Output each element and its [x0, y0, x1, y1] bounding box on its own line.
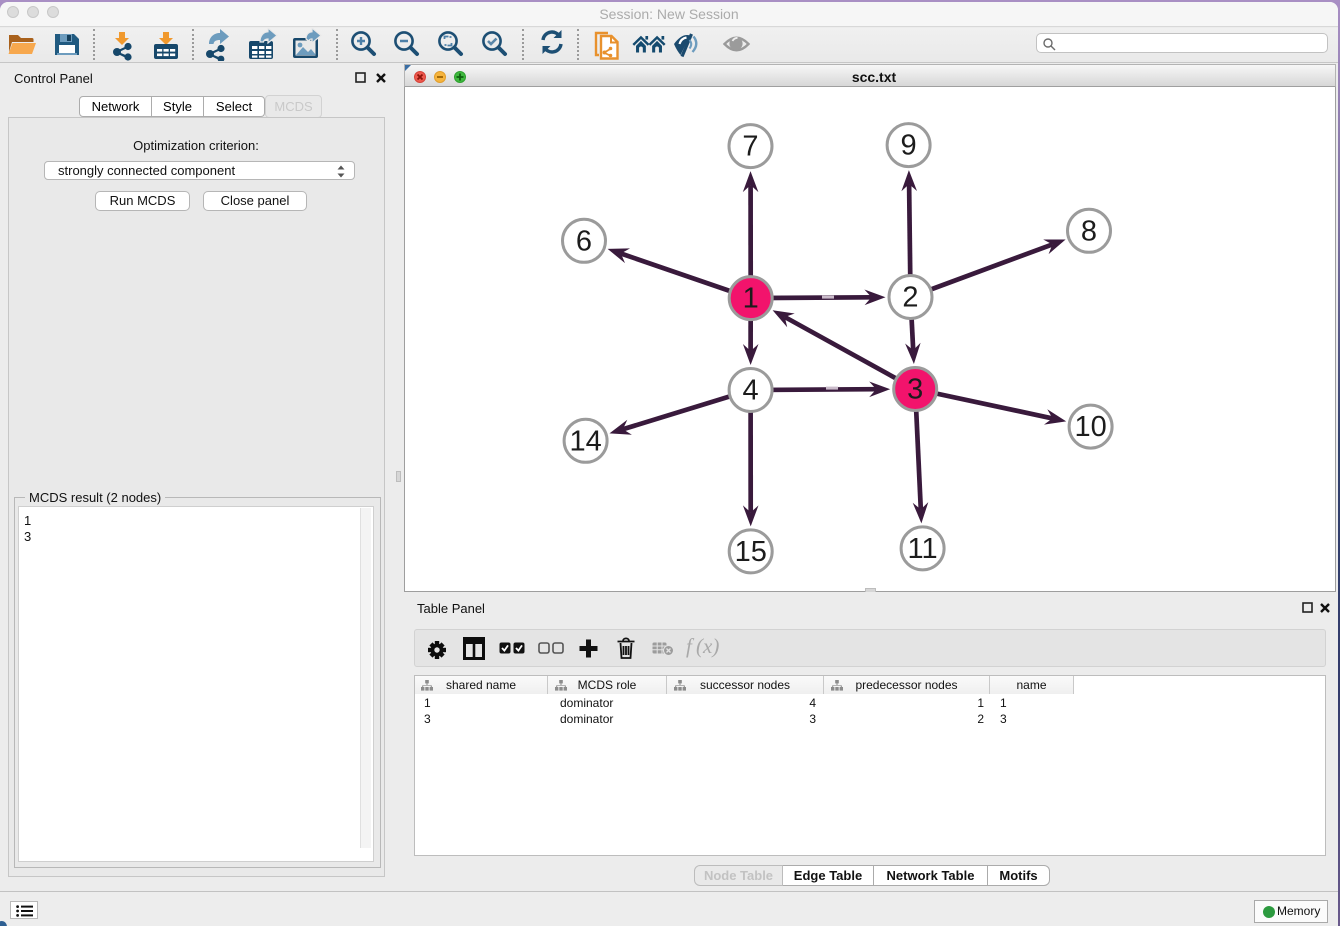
- svg-text:11: 11: [908, 533, 938, 565]
- svg-text:14: 14: [569, 425, 601, 457]
- svg-text:6: 6: [576, 225, 592, 257]
- svg-text:10: 10: [1074, 411, 1106, 443]
- svg-text:9: 9: [901, 130, 917, 162]
- svg-text:8: 8: [1081, 215, 1097, 247]
- svg-text:3: 3: [907, 374, 923, 406]
- svg-text:15: 15: [735, 536, 767, 568]
- svg-text:7: 7: [742, 131, 758, 163]
- svg-text:2: 2: [902, 282, 918, 314]
- svg-text:4: 4: [743, 375, 759, 407]
- svg-text:1: 1: [743, 283, 759, 315]
